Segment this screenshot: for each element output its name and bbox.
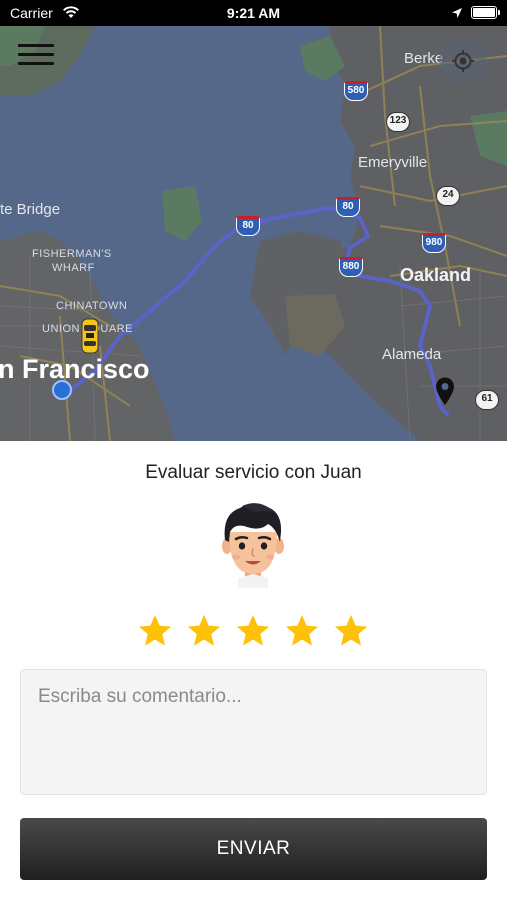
map-label-chinatown: CHINATOWN [56,300,128,312]
map-view[interactable]: Berke Emeryville te Bridge FISHERMAN'S W… [0,26,507,441]
highway-shield-80: 80 [236,216,260,236]
star-rating[interactable] [136,612,370,652]
map-label-golden-gate: te Bridge [0,201,61,218]
star-icon[interactable] [185,612,223,650]
submit-button[interactable]: ENVIAR [20,818,487,880]
clock: 9:21 AM [226,5,281,21]
menu-icon [18,44,54,47]
locate-icon [452,50,474,72]
route-shield-123: 123 [386,112,410,132]
menu-button[interactable] [18,44,54,72]
battery-icon [471,6,500,19]
rating-title: Evaluar servicio con Juan [145,462,362,483]
highway-shield-580: 580 [344,81,368,101]
location-arrow-icon [451,6,463,24]
highway-shield-80-east: 80 [336,197,360,217]
map-label-emeryville: Emeryville [358,154,428,171]
star-icon[interactable] [136,612,174,650]
star-icon[interactable] [283,612,321,650]
highway-shield-980: 980 [422,233,446,253]
route-shield-61: 61 [475,390,499,410]
destination-pin-icon[interactable] [434,376,456,411]
map-label-alameda: Alameda [382,346,442,363]
map-label-fishermans-wharf: FISHERMAN'S [32,248,112,260]
route-shield-24: 24 [436,186,460,206]
comment-field[interactable] [20,669,487,795]
map-label-wharf: WHARF [52,262,95,274]
map-label-san-francisco: n Francisco [0,354,150,384]
highway-shield-880: 880 [339,257,363,277]
driver-avatar [220,502,286,588]
star-icon[interactable] [234,612,272,650]
map-label-berkeley: Berke [404,50,444,67]
map-label-oakland: Oakland [400,265,472,285]
locate-me-button[interactable] [439,37,487,85]
origin-dot [52,380,72,400]
taxi-icon[interactable] [81,318,99,359]
star-icon[interactable] [332,612,370,650]
status-bar: Carrier 9:21 AM [0,0,507,26]
